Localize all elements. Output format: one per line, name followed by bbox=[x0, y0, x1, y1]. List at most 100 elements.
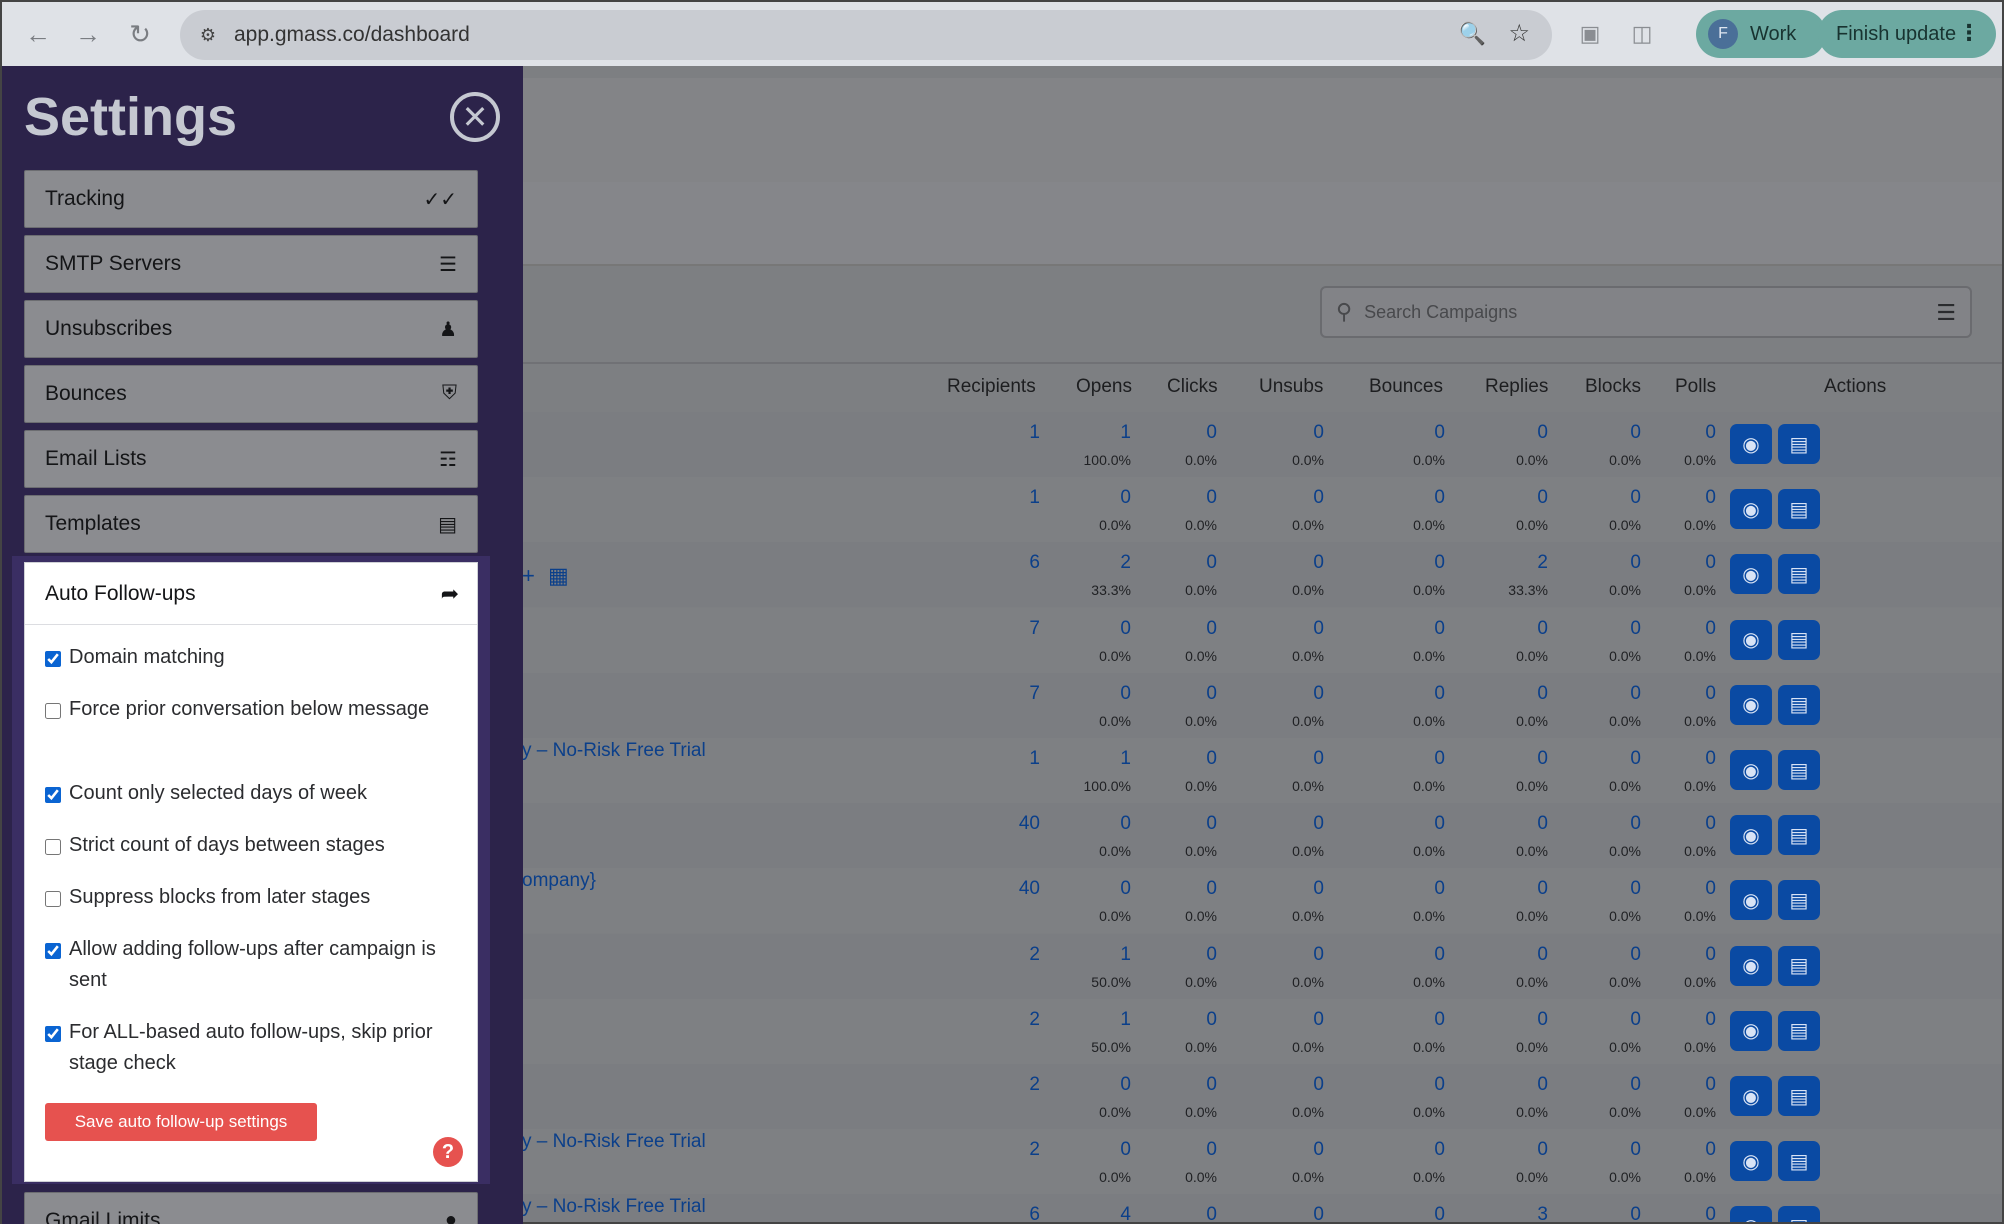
archive-icon[interactable]: ▤ bbox=[1778, 1206, 1820, 1222]
col-clicks[interactable]: Clicks bbox=[1167, 376, 1218, 398]
unsubs-count[interactable]: 0 bbox=[1292, 552, 1324, 574]
view-eye-icon[interactable]: ◉ bbox=[1730, 945, 1772, 986]
allow-adding-followups-checkbox[interactable] bbox=[45, 943, 61, 959]
archive-icon[interactable]: ▤ bbox=[1778, 424, 1820, 464]
polls-count[interactable]: 0 bbox=[1684, 1009, 1716, 1031]
bounces-count[interactable]: 0 bbox=[1413, 487, 1445, 509]
save-auto-followup-button[interactable]: Save auto follow-up settings bbox=[45, 1103, 317, 1141]
col-polls[interactable]: Polls bbox=[1675, 376, 1716, 398]
clicks-count[interactable]: 0 bbox=[1185, 1009, 1217, 1031]
unsubs-count[interactable]: 0 bbox=[1313, 1204, 1324, 1222]
col-recipients[interactable]: Recipients bbox=[947, 376, 1036, 398]
unsubs-count[interactable]: 0 bbox=[1292, 1139, 1324, 1161]
polls-count[interactable]: 0 bbox=[1684, 813, 1716, 835]
polls-count[interactable]: 0 bbox=[1684, 422, 1716, 444]
finish-update-button[interactable]: Finish update ⋮ bbox=[1818, 10, 1996, 58]
recipients-count[interactable]: 1 bbox=[1029, 487, 1040, 509]
calendar-icon[interactable]: ▦ bbox=[548, 563, 569, 589]
polls-count[interactable]: 0 bbox=[1684, 618, 1716, 640]
archive-icon[interactable]: ▤ bbox=[1778, 619, 1820, 660]
campaign-link[interactable]: ompany} bbox=[522, 870, 596, 892]
bounces-count[interactable]: 0 bbox=[1413, 813, 1445, 835]
bounces-count[interactable]: 0 bbox=[1413, 878, 1445, 900]
recipients-count[interactable]: 7 bbox=[1029, 618, 1040, 640]
replies-count[interactable]: 0 bbox=[1516, 683, 1548, 705]
replies-count[interactable]: 0 bbox=[1516, 944, 1548, 966]
blocks-count[interactable]: 0 bbox=[1609, 487, 1641, 509]
settings-item-templates[interactable]: Templates ▤ bbox=[24, 495, 478, 553]
view-eye-icon[interactable]: ◉ bbox=[1730, 424, 1772, 464]
unsubs-count[interactable]: 0 bbox=[1292, 487, 1324, 509]
add-icon[interactable]: + bbox=[522, 563, 535, 589]
extension-icon[interactable]: ▣ bbox=[1576, 20, 1604, 48]
replies-count[interactable]: 0 bbox=[1516, 487, 1548, 509]
unsubs-count[interactable]: 0 bbox=[1292, 878, 1324, 900]
archive-icon[interactable]: ▤ bbox=[1778, 1076, 1820, 1116]
blocks-count[interactable]: 0 bbox=[1609, 813, 1641, 835]
unsubs-count[interactable]: 0 bbox=[1292, 683, 1324, 705]
recipients-count[interactable]: 2 bbox=[1029, 1139, 1040, 1161]
bookmark-star-icon[interactable]: ☆ bbox=[1508, 19, 1530, 48]
clicks-count[interactable]: 0 bbox=[1185, 487, 1217, 509]
unsubs-count[interactable]: 0 bbox=[1292, 618, 1324, 640]
replies-count[interactable]: 0 bbox=[1516, 1139, 1548, 1161]
bounces-count[interactable]: 0 bbox=[1413, 748, 1445, 770]
settings-item-unsubscribes[interactable]: Unsubscribes ♟ bbox=[24, 300, 478, 358]
replies-count[interactable]: 0 bbox=[1516, 422, 1548, 444]
replies-count[interactable]: 0 bbox=[1516, 878, 1548, 900]
polls-count[interactable]: 0 bbox=[1684, 944, 1716, 966]
suppress-blocks-checkbox[interactable] bbox=[45, 891, 61, 907]
archive-icon[interactable]: ▤ bbox=[1778, 554, 1820, 595]
clicks-count[interactable]: 0 bbox=[1185, 813, 1217, 835]
view-eye-icon[interactable]: ◉ bbox=[1730, 1076, 1772, 1116]
bounces-count[interactable]: 0 bbox=[1413, 944, 1445, 966]
blocks-count[interactable]: 0 bbox=[1630, 1204, 1641, 1222]
replies-count[interactable]: 0 bbox=[1516, 618, 1548, 640]
col-unsubs[interactable]: Unsubs bbox=[1259, 376, 1323, 398]
forward-icon[interactable]: → bbox=[70, 16, 106, 52]
polls-count[interactable]: 0 bbox=[1684, 748, 1716, 770]
recipients-count[interactable]: 2 bbox=[1029, 1074, 1040, 1096]
unsubs-count[interactable]: 0 bbox=[1292, 944, 1324, 966]
opens-count[interactable]: 2 bbox=[1091, 552, 1131, 574]
unsubs-count[interactable]: 0 bbox=[1292, 1009, 1324, 1031]
recipients-count[interactable]: 40 bbox=[1019, 813, 1040, 835]
count-selected-days-checkbox[interactable] bbox=[45, 787, 61, 803]
bounces-count[interactable]: 0 bbox=[1413, 1139, 1445, 1161]
search-input[interactable] bbox=[1364, 301, 1885, 323]
view-eye-icon[interactable]: ◉ bbox=[1730, 554, 1772, 595]
opens-count[interactable]: 1 bbox=[1084, 748, 1131, 770]
blocks-count[interactable]: 0 bbox=[1609, 878, 1641, 900]
blocks-count[interactable]: 0 bbox=[1609, 944, 1641, 966]
blocks-count[interactable]: 0 bbox=[1609, 748, 1641, 770]
clicks-count[interactable]: 0 bbox=[1185, 618, 1217, 640]
archive-icon[interactable]: ▤ bbox=[1778, 750, 1820, 790]
close-icon[interactable]: ✕ bbox=[450, 92, 500, 142]
blocks-count[interactable]: 0 bbox=[1609, 422, 1641, 444]
recipients-count[interactable]: 6 bbox=[1029, 1204, 1040, 1222]
clicks-count[interactable]: 0 bbox=[1185, 878, 1217, 900]
bounces-count[interactable]: 0 bbox=[1413, 618, 1445, 640]
unsubs-count[interactable]: 0 bbox=[1292, 813, 1324, 835]
opens-count[interactable]: 0 bbox=[1099, 813, 1131, 835]
archive-icon[interactable]: ▤ bbox=[1778, 1141, 1820, 1182]
recipients-count[interactable]: 40 bbox=[1019, 878, 1040, 900]
settings-item-email-lists[interactable]: Email Lists ☶ bbox=[24, 430, 478, 488]
recipients-count[interactable]: 2 bbox=[1029, 1009, 1040, 1031]
campaign-link[interactable]: y – No-Risk Free Trial bbox=[522, 1196, 706, 1218]
opens-count[interactable]: 0 bbox=[1099, 683, 1131, 705]
replies-count[interactable]: 3 bbox=[1537, 1204, 1548, 1222]
bounces-count[interactable]: 0 bbox=[1413, 422, 1445, 444]
address-bar[interactable]: ⚙ app.gmass.co/dashboard 🔍 ☆ bbox=[180, 10, 1552, 60]
reload-icon[interactable]: ↻ bbox=[122, 16, 158, 52]
replies-count[interactable]: 0 bbox=[1516, 1074, 1548, 1096]
settings-item-bounces[interactable]: Bounces ⛨ bbox=[24, 365, 478, 423]
opens-count[interactable]: 4 bbox=[1120, 1204, 1131, 1222]
replies-count[interactable]: 0 bbox=[1516, 813, 1548, 835]
archive-icon[interactable]: ▤ bbox=[1778, 684, 1820, 725]
view-eye-icon[interactable]: ◉ bbox=[1730, 684, 1772, 725]
option-count-selected-days[interactable]: Count only selected days of week bbox=[45, 782, 459, 809]
view-eye-icon[interactable]: ◉ bbox=[1730, 880, 1772, 921]
opens-count[interactable]: 0 bbox=[1099, 1074, 1131, 1096]
bounces-count[interactable]: 0 bbox=[1413, 683, 1445, 705]
